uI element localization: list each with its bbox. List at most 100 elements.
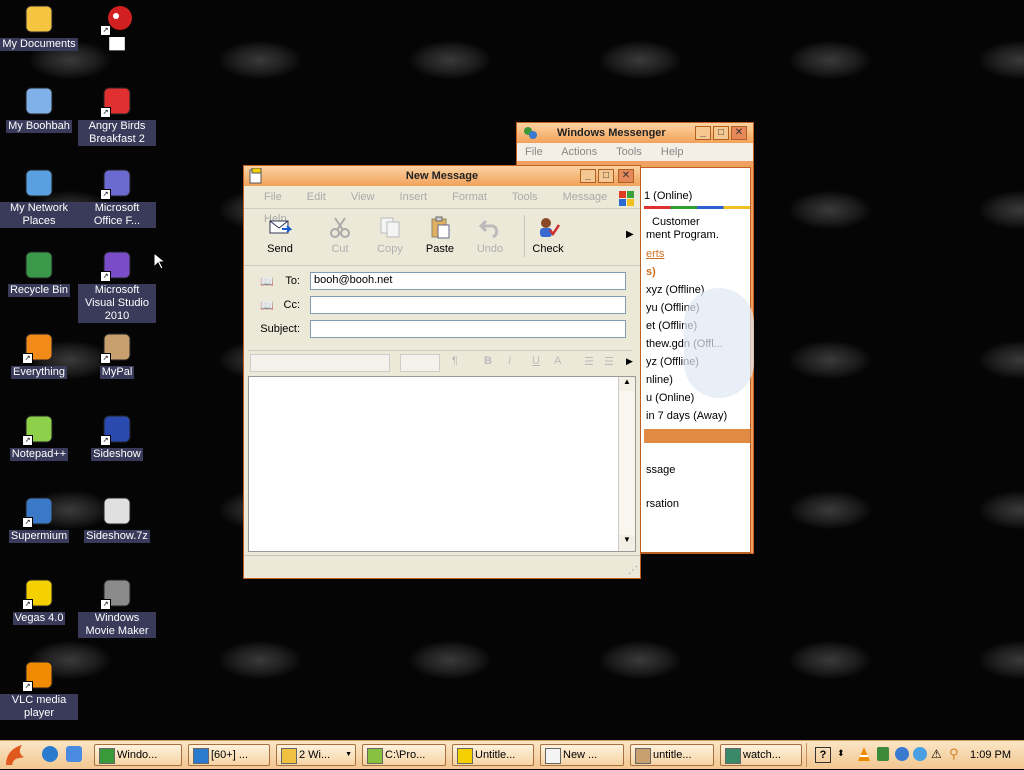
taskbar-button[interactable]: Windo... — [94, 744, 182, 766]
vertical-scrollbar[interactable]: ▲ ▼ — [618, 377, 635, 551]
menu-edit[interactable]: Edit — [307, 191, 326, 203]
new-message-window[interactable]: New Message _ □ ✕ File Edit View Insert … — [243, 165, 641, 579]
menu-insert[interactable]: Insert — [400, 191, 428, 203]
search-tray-icon[interactable]: ⚲ — [949, 746, 959, 762]
desktop-icon[interactable]: ↗ Vegas 4.0 — [0, 576, 78, 625]
contact-group-header[interactable]: s) — [646, 266, 656, 278]
desktop-icon[interactable]: My Network Places — [0, 166, 78, 228]
paragraph-style-icon[interactable]: ¶ — [452, 355, 458, 367]
message-body-editor[interactable]: ▲ ▼ — [248, 376, 636, 552]
menu-tools[interactable]: Tools — [512, 191, 538, 203]
undo-button[interactable]: Undo — [466, 215, 514, 255]
action-send-message[interactable]: ssage — [646, 464, 675, 476]
tray-arrow-icon[interactable]: ⬍ — [837, 748, 845, 759]
menu-file[interactable]: File — [264, 191, 282, 203]
desktop-icon[interactable]: ↗ MyPal — [78, 330, 156, 379]
menu-format[interactable]: Format — [452, 191, 487, 203]
taskbar-button[interactable]: watch... — [720, 744, 802, 766]
new-message-app-icon — [249, 167, 263, 184]
desktop-icon[interactable]: ↗ VLC media player — [0, 658, 78, 720]
formatting-overflow-chevron[interactable]: ▶ — [626, 356, 633, 367]
desktop-icon[interactable]: ↗ Supermium — [0, 494, 78, 543]
resize-grip-icon[interactable]: ⋰ — [628, 565, 638, 576]
quicklaunch-messenger-icon[interactable] — [66, 746, 82, 762]
taskbar-button[interactable]: C:\Pro... — [362, 744, 446, 766]
taskbar-button-label: Untitle... — [475, 749, 516, 761]
status-line[interactable]: 1 (Online) — [644, 190, 692, 202]
network-tray-icon[interactable] — [895, 747, 909, 761]
contact-item[interactable]: u (Online) — [646, 392, 694, 404]
contact-item[interactable]: nline) — [646, 374, 673, 386]
maximize-button[interactable]: □ — [713, 126, 729, 140]
paste-button[interactable]: Paste — [416, 215, 464, 255]
maximize-button[interactable]: □ — [598, 169, 614, 183]
scroll-track[interactable] — [619, 391, 635, 535]
to-field[interactable]: booh@booh.net — [310, 272, 626, 290]
messenger-titlebar[interactable]: Windows Messenger _ □ ✕ — [517, 123, 753, 143]
globe-tray-icon[interactable] — [913, 747, 927, 761]
desktop-icon[interactable]: Sideshow.7z — [78, 494, 156, 543]
menu-actions[interactable]: Actions — [561, 146, 597, 158]
numbered-list-icon[interactable]: ☰ — [584, 355, 594, 368]
bold-icon[interactable]: B — [484, 355, 492, 367]
menu-view[interactable]: View — [351, 191, 375, 203]
taskbar-button[interactable]: 2 Wi... ▼ — [276, 744, 356, 766]
menu-tools[interactable]: Tools — [616, 146, 642, 158]
vegas-icon: ↗ — [22, 576, 56, 610]
new-message-titlebar[interactable]: New Message _ □ ✕ — [244, 166, 640, 186]
desktop-icon[interactable]: Recycle Bin — [0, 248, 78, 297]
close-button[interactable]: ✕ — [731, 126, 747, 140]
menu-help[interactable]: Help — [661, 146, 684, 158]
quicklaunch-browser-icon[interactable] — [42, 746, 58, 762]
check-names-button[interactable]: Check — [524, 215, 572, 255]
desktop-icon[interactable]: ↗ Notepad++ — [0, 412, 78, 461]
close-button[interactable]: ✕ — [618, 169, 634, 183]
copy-button[interactable]: Copy — [366, 215, 414, 255]
desktop-icon[interactable]: ↗ Windows Movie Maker — [78, 576, 156, 638]
clock[interactable]: 1:09 PM — [970, 749, 1011, 761]
desktop-icon[interactable]: ↗ Microsoft Visual Studio 2010 — [78, 248, 156, 323]
desktop-icon[interactable]: ↗ Everything — [0, 330, 78, 379]
cc-field[interactable] — [310, 296, 626, 314]
messenger-menubar: File Actions Tools Help — [517, 143, 753, 161]
send-button[interactable]: Send — [256, 215, 304, 255]
cut-button[interactable]: Cut — [316, 215, 364, 255]
messenger-watermark — [684, 288, 754, 398]
underline-icon[interactable]: U — [532, 355, 540, 367]
font-color-icon[interactable]: A — [554, 355, 561, 367]
taskbar-button[interactable]: [60+] ... — [188, 744, 270, 766]
alerts-link[interactable]: erts — [646, 248, 664, 260]
vlc-tray-icon[interactable] — [857, 746, 871, 765]
menu-message[interactable]: Message — [563, 191, 608, 203]
start-button[interactable] — [2, 743, 30, 767]
desktop-icon[interactable]: ↗ Angry Birds Breakfast 2 — [78, 84, 156, 146]
new-message-menubar: File Edit View Insert Format Tools Messa… — [244, 186, 640, 225]
scroll-up-arrow[interactable]: ▲ — [619, 377, 635, 391]
desktop-icon[interactable]: ↗ Sideshow — [78, 412, 156, 461]
sideshow-icon: ↗ — [100, 412, 134, 446]
italic-icon[interactable]: I — [508, 355, 511, 367]
taskbar-button[interactable]: untitle... — [630, 744, 714, 766]
font-size-select[interactable] — [400, 354, 440, 372]
desktop-icon[interactable]: ↗ ██ — [78, 2, 156, 51]
subject-field[interactable] — [310, 320, 626, 338]
subject-label: Subject: — [260, 323, 300, 335]
minimize-button[interactable]: _ — [695, 126, 711, 140]
taskbar-button[interactable]: Untitle... — [452, 744, 534, 766]
action-start-conversation[interactable]: rsation — [646, 498, 679, 510]
contact-item[interactable]: xyz (Offline) — [646, 284, 704, 296]
bullet-list-icon[interactable]: ☰ — [604, 355, 614, 368]
help-icon[interactable]: ? — [815, 747, 831, 763]
security-tray-icon[interactable] — [877, 747, 889, 761]
wifi-tray-icon[interactable]: ⚠ — [931, 747, 942, 761]
desktop-icon[interactable]: My Boohbah — [0, 84, 78, 133]
minimize-button[interactable]: _ — [580, 169, 596, 183]
menu-file[interactable]: File — [525, 146, 543, 158]
scroll-down-arrow[interactable]: ▼ — [619, 535, 635, 549]
taskbar-button[interactable]: New ... — [540, 744, 624, 766]
desktop-icon[interactable]: ↗ Microsoft Office F... — [78, 166, 156, 228]
font-name-select[interactable] — [250, 354, 390, 372]
desktop-icon[interactable]: My Documents — [0, 2, 78, 51]
toolbar-overflow-chevron[interactable]: ▶ — [626, 229, 634, 240]
contact-item[interactable]: in 7 days (Away) — [646, 410, 727, 422]
